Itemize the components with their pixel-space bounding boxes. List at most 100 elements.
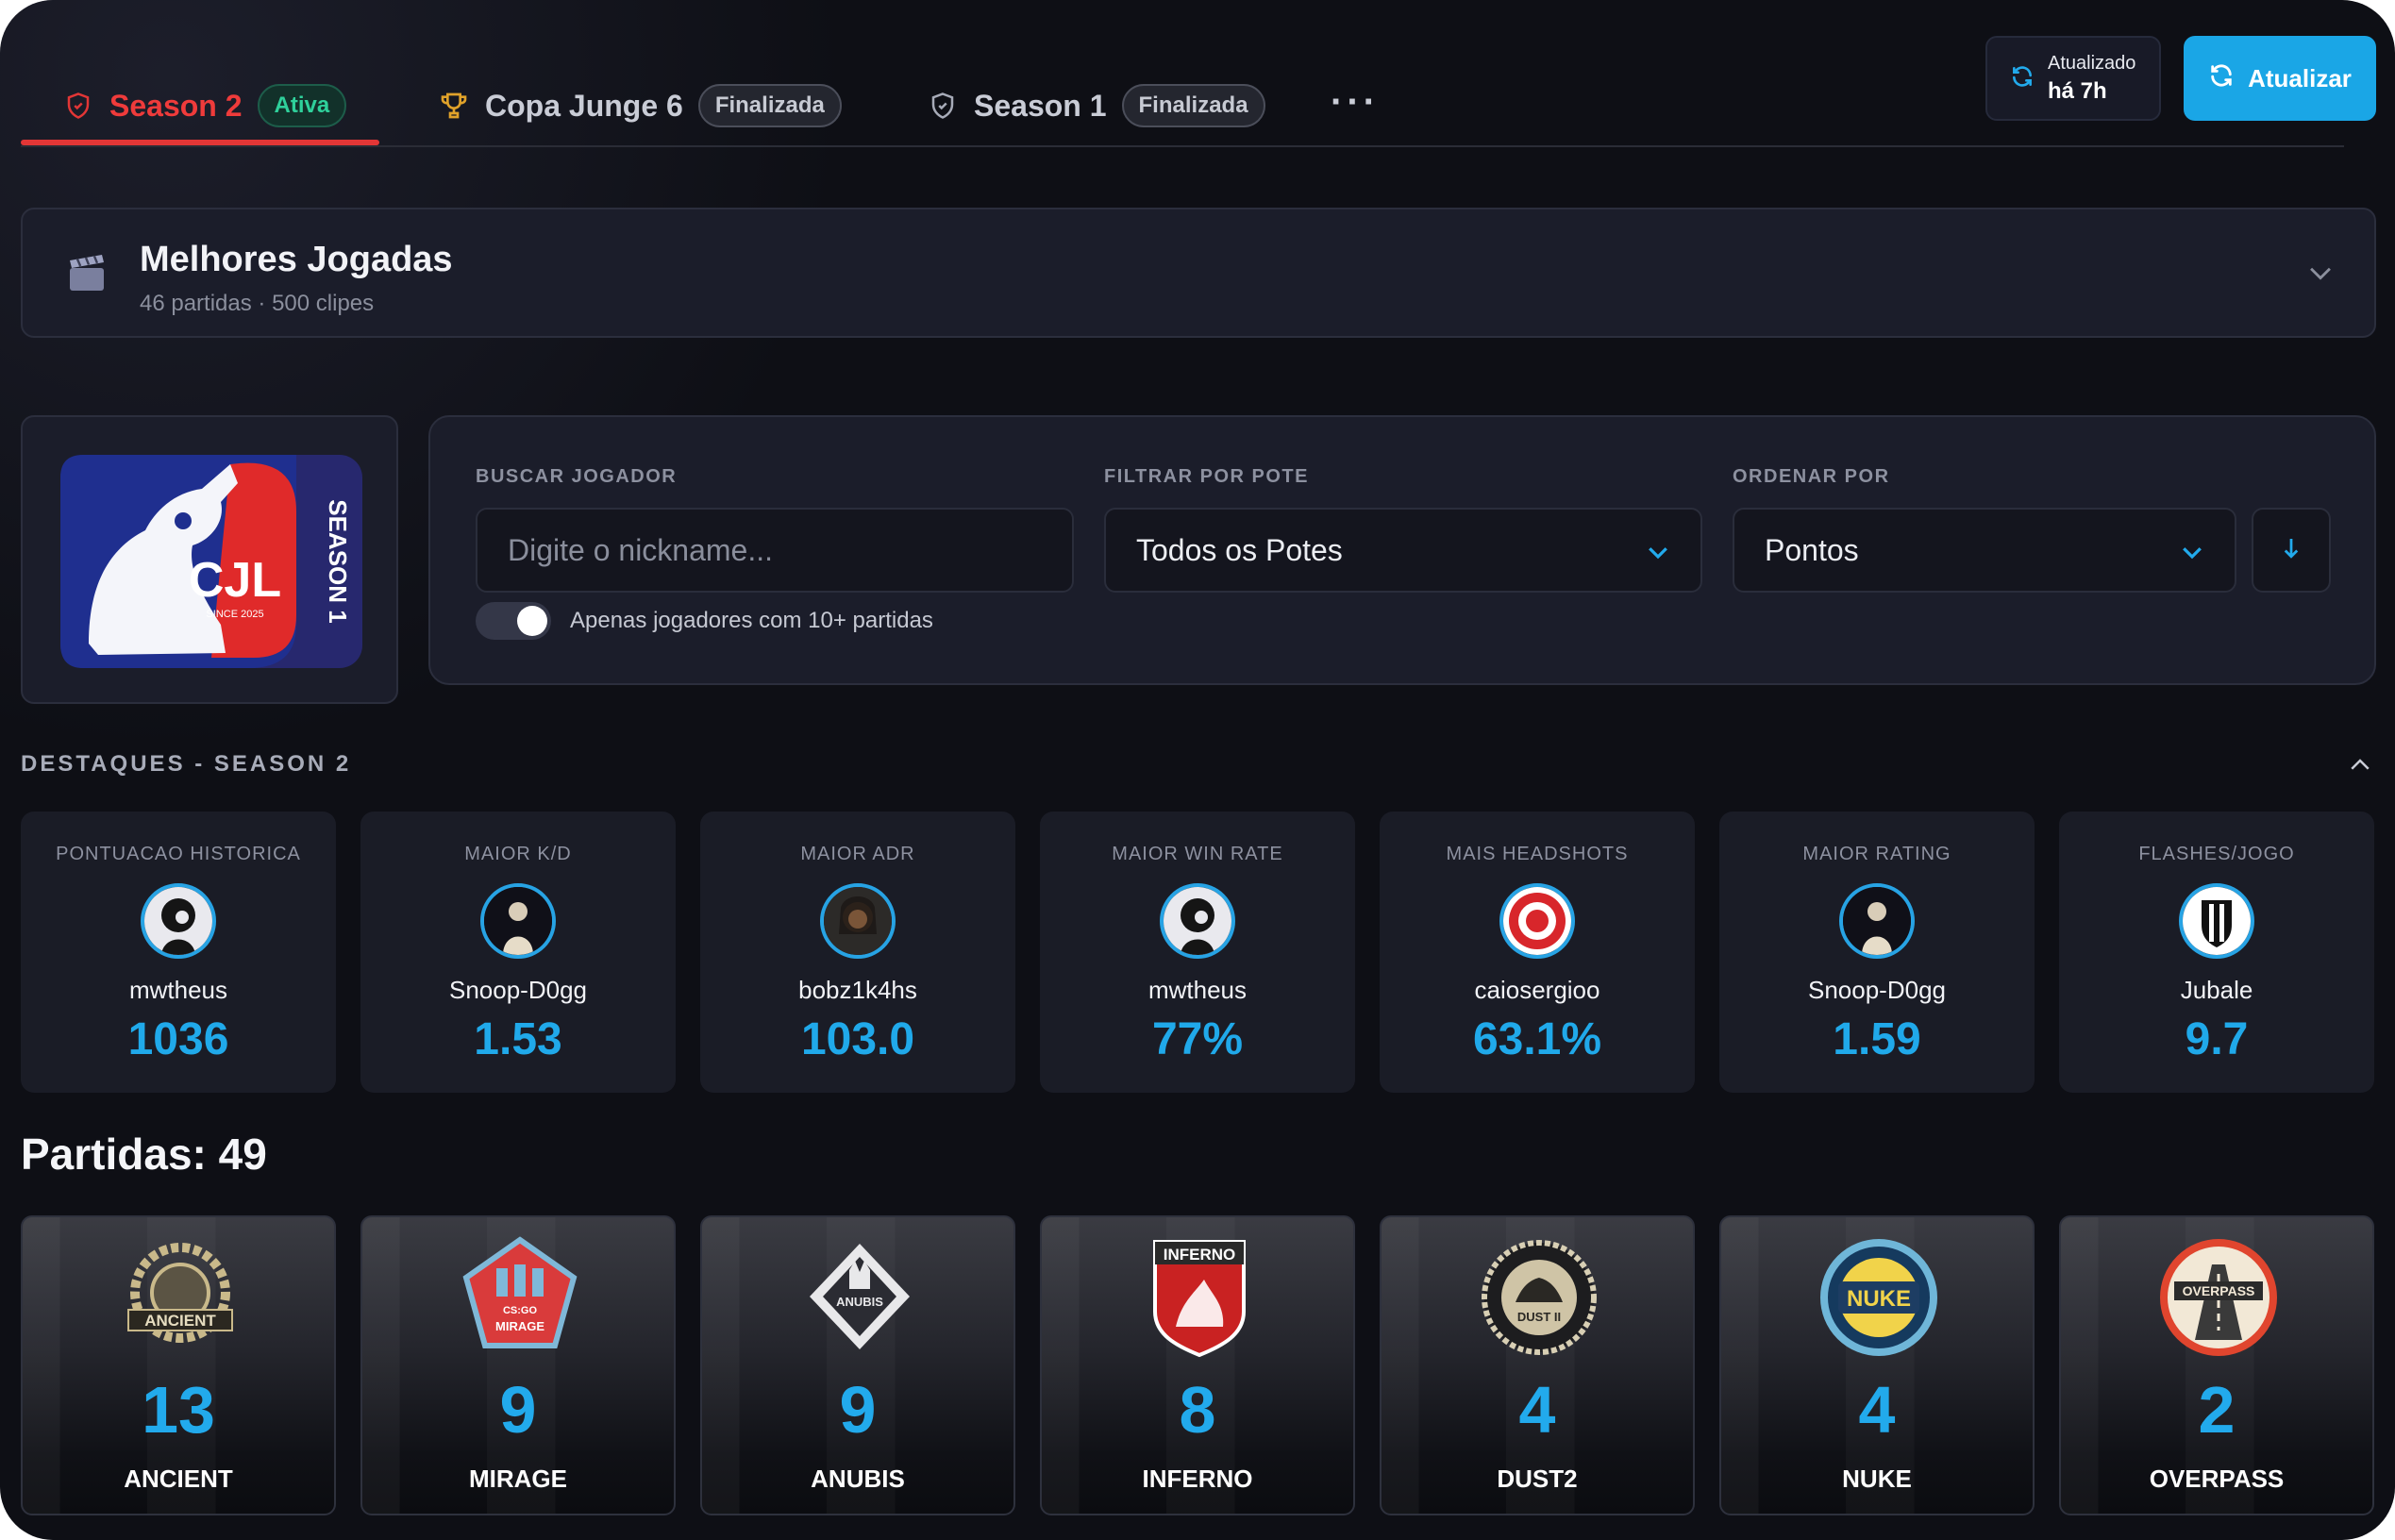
avatar	[820, 883, 896, 959]
map-count: 4	[1858, 1373, 1896, 1447]
map-card-dust2[interactable]: DUST II 4 DUST2	[1380, 1215, 1695, 1515]
status-badge: Ativa	[257, 84, 347, 127]
highlight-label: MAIOR K/D	[464, 844, 572, 864]
refresh-label: Atualizar	[2248, 63, 2352, 92]
chevron-down-icon	[2178, 538, 2206, 574]
pote-filter-select[interactable]: Todos os Potes	[1104, 508, 1702, 593]
filters-panel: BUSCAR JOGADOR Digite o nickname... FILT…	[428, 415, 2376, 685]
highlight-card[interactable]: MAIS HEADSHOTS caiosergioo 63.1%	[1380, 812, 1695, 1093]
best-plays-title: Melhores Jogadas	[140, 240, 453, 279]
tab-season-2[interactable]: Season 2 Ativa	[62, 68, 347, 143]
anubis-map-icon: ANUBIS	[810, 1244, 910, 1349]
highlight-player: Jubale	[2180, 976, 2253, 1004]
highlight-card[interactable]: MAIOR RATING Snoop-D0gg 1.59	[1719, 812, 2035, 1093]
pote-filter-value: Todos os Potes	[1136, 532, 1343, 567]
map-count: 2	[2198, 1373, 2236, 1447]
tab-label: Copa Junge 6	[485, 88, 683, 123]
chevron-down-icon[interactable]	[2304, 257, 2336, 293]
toggle-knob	[517, 606, 547, 636]
map-count: 4	[1518, 1373, 1556, 1447]
updated-time: há 7h	[2048, 77, 2107, 104]
map-count: 9	[499, 1373, 537, 1447]
map-name: INFERNO	[1142, 1465, 1253, 1493]
logo-season-text: SEASON 1	[324, 499, 352, 624]
search-input[interactable]: Digite o nickname...	[476, 508, 1074, 593]
avatar	[2179, 883, 2254, 959]
nuke-map-icon: NUKE	[1820, 1239, 1937, 1356]
order-select[interactable]: Pontos	[1733, 508, 2236, 593]
highlight-label: PONTUACAO HISTORICA	[56, 844, 301, 864]
highlight-label: MAIOR ADR	[800, 844, 915, 864]
highlight-card[interactable]: PONTUACAO HISTORICA mwtheus 1036	[21, 812, 336, 1093]
tab-season-1[interactable]: Season 1 Finalizada	[927, 68, 1265, 143]
overpass-map-icon: OVERPASS	[2160, 1239, 2277, 1356]
best-plays-panel[interactable]: Melhores Jogadas 46 partidas · 500 clipe…	[21, 208, 2376, 338]
svg-text:DUST II: DUST II	[1517, 1310, 1561, 1324]
map-card-mirage[interactable]: CS:GO MIRAGE 9 MIRAGE	[360, 1215, 676, 1515]
highlight-player: caiosergioo	[1474, 976, 1600, 1004]
map-name: DUST2	[1497, 1465, 1578, 1493]
map-card-overpass[interactable]: OVERPASS 2 OVERPASS	[2059, 1215, 2374, 1515]
svg-text:ANCIENT: ANCIENT	[144, 1312, 216, 1330]
map-card-nuke[interactable]: NUKE 4 NUKE	[1719, 1215, 2035, 1515]
highlight-value: 1.59	[1833, 1014, 1921, 1064]
highlight-player: mwtheus	[128, 976, 228, 1004]
sort-direction-button[interactable]	[2252, 508, 2331, 593]
refresh-button[interactable]: Atualizar	[2184, 36, 2376, 121]
avatar	[480, 883, 556, 959]
chevron-down-icon	[1644, 538, 1672, 574]
trophy-icon	[438, 90, 470, 122]
best-plays-subtitle: 46 partidas · 500 clipes	[140, 291, 375, 316]
more-tabs-button[interactable]: ···	[1331, 81, 1380, 124]
highlight-value: 9.7	[2185, 1014, 2249, 1064]
shield-icon	[927, 90, 959, 122]
map-card-anubis[interactable]: ANUBIS 9 ANUBIS	[700, 1215, 1015, 1515]
season-logo-card: CJL SINCE 2025 SEASON 1	[21, 415, 398, 704]
order-label: ORDENAR POR	[1733, 466, 1890, 487]
matches-title: Partidas: 49	[21, 1130, 267, 1179]
highlight-player: mwtheus	[1147, 976, 1248, 1004]
logo-text: CJL	[189, 553, 281, 608]
highlight-card[interactable]: FLASHES/JOGO Jubale 9.7	[2059, 812, 2374, 1093]
highlight-label: MAIS HEADSHOTS	[1446, 844, 1629, 864]
highlight-player: Snoop-D0gg	[449, 976, 587, 1004]
highlight-value: 103.0	[800, 1014, 915, 1064]
highlight-card[interactable]: MAIOR ADR bobz1k4hs 103.0	[700, 812, 1015, 1093]
map-count: 8	[1179, 1373, 1216, 1447]
avatar	[1160, 883, 1235, 959]
map-card-inferno[interactable]: INFERNO 8 INFERNO	[1040, 1215, 1355, 1515]
highlight-player: bobz1k4hs	[798, 976, 917, 1004]
inferno-map-icon: INFERNO	[1153, 1240, 1246, 1358]
highlight-card[interactable]: MAIOR K/D Snoop-D0gg 1.53	[360, 812, 676, 1093]
order-value: Pontos	[1765, 532, 1859, 567]
status-badge: Finalizada	[1121, 84, 1265, 127]
chevron-up-icon[interactable]	[2346, 751, 2374, 784]
highlight-value: 77%	[1151, 1014, 1244, 1064]
min-matches-toggle-label: Apenas jogadores com 10+ partidas	[570, 608, 933, 633]
highlight-player: Snoop-D0gg	[1808, 976, 1946, 1004]
avatar	[141, 883, 216, 959]
map-name: NUKE	[1842, 1465, 1912, 1493]
clapperboard-icon	[64, 251, 109, 301]
highlight-value: 1036	[127, 1014, 229, 1064]
shield-icon	[62, 90, 94, 122]
last-updated-indicator: Atualizado há 7h	[1985, 36, 2161, 121]
svg-text:OVERPASS: OVERPASS	[2183, 1283, 2255, 1298]
min-matches-toggle[interactable]	[476, 602, 551, 640]
highlight-value: 63.1%	[1472, 1014, 1602, 1064]
avatar	[1499, 883, 1575, 959]
svg-text:ANUBIS: ANUBIS	[836, 1295, 883, 1309]
map-name: MIRAGE	[469, 1465, 567, 1493]
map-name: ANUBIS	[811, 1465, 905, 1493]
svg-text:NUKE: NUKE	[1847, 1286, 1911, 1312]
highlight-card[interactable]: MAIOR WIN RATE mwtheus 77%	[1040, 812, 1355, 1093]
app-frame: Season 2 Ativa Copa Junge 6 Finalizada S…	[0, 0, 2395, 1540]
map-count: 9	[839, 1373, 877, 1447]
map-name: OVERPASS	[2149, 1465, 2285, 1493]
highlight-value: 1.53	[474, 1014, 562, 1064]
map-count: 13	[142, 1373, 215, 1447]
active-tab-indicator	[21, 140, 379, 145]
map-card-ancient[interactable]: ANCIENT 13 ANCIENT	[21, 1215, 336, 1515]
tab-copa-junge-6[interactable]: Copa Junge 6 Finalizada	[438, 68, 842, 143]
cjl-logo: CJL SINCE 2025 SEASON 1	[60, 455, 362, 668]
